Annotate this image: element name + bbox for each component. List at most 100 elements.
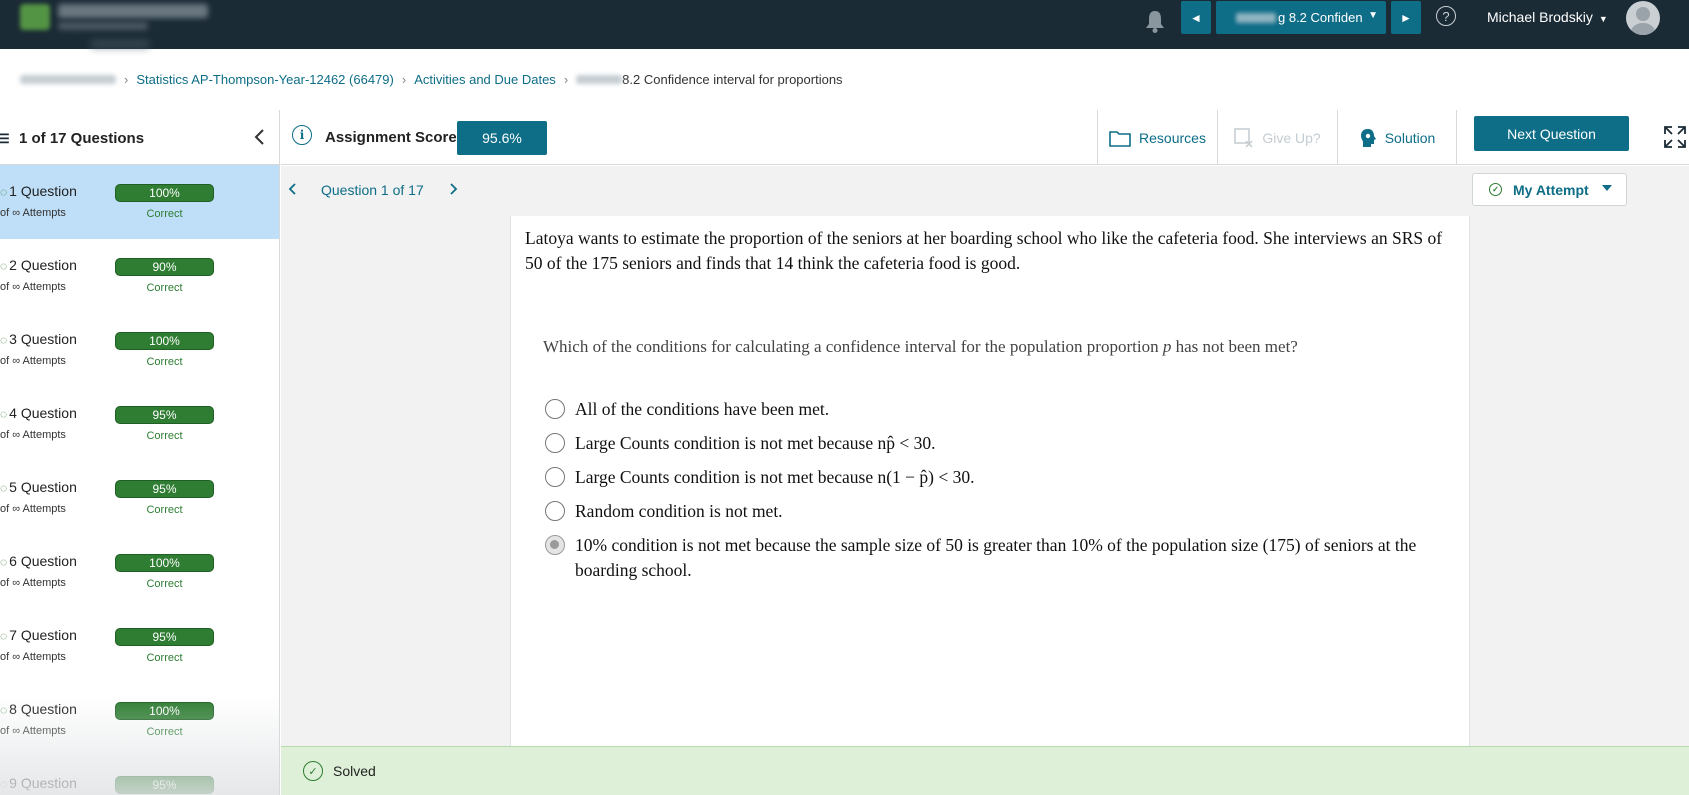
question-label: ◌ 8 Question: [0, 701, 77, 717]
my-attempt-label: My Attempt: [1513, 181, 1589, 198]
question-list-item[interactable]: ◌ 2 Question of ∞ Attempts 90% Correct: [0, 239, 279, 313]
expand-fullscreen-icon[interactable]: [1664, 126, 1686, 148]
check-circle-icon: ◌: [0, 629, 8, 643]
prev-assignment-button[interactable]: ◄: [1181, 1, 1211, 34]
user-silhouette-icon: [1631, 7, 1655, 35]
breadcrumb: › Statistics AP-Thompson-Year-12462 (664…: [20, 72, 843, 87]
question-list-item[interactable]: ◌ 3 Question of ∞ Attempts 100% Correct: [0, 313, 279, 387]
breadcrumb-current-blurred: [576, 75, 623, 84]
assignment-select[interactable]: g 8.2 Confiden ▼: [1216, 1, 1386, 34]
question-list-item[interactable]: ◌ 5 Question of ∞ Attempts 95% Correct: [0, 461, 279, 535]
folder-icon: [1109, 129, 1131, 147]
question-list-item[interactable]: ◌ 4 Question of ∞ Attempts 95% Correct: [0, 387, 279, 461]
attempts-label: of ∞ Attempts: [0, 503, 66, 515]
score-badge: 90%: [115, 258, 214, 276]
next-question-button[interactable]: Next Question: [1474, 116, 1629, 151]
info-icon[interactable]: i: [292, 125, 312, 145]
answer-option-text: 10% condition is not met because the sam…: [575, 535, 1417, 580]
resources-label: Resources: [1139, 129, 1206, 146]
question-label-text: 7 Question: [9, 627, 77, 643]
answer-option[interactable]: All of the conditions have been met.: [545, 397, 1445, 422]
check-circle-icon: ◌: [0, 777, 8, 791]
brand-logo[interactable]: [20, 4, 50, 30]
breadcrumb-course-link[interactable]: Statistics AP-Thompson-Year-12462 (66479…: [136, 72, 394, 87]
answer-radio[interactable]: [545, 501, 565, 521]
lightbulb-head-icon: [1359, 128, 1377, 148]
user-menu[interactable]: Michael Brodskiy ▼: [1487, 9, 1608, 25]
question-list-panel: ☰ 1 of 17 Questions ◌1 Question of ∞ Att…: [0, 110, 280, 795]
status-label: Correct: [146, 208, 183, 220]
give-up-button[interactable]: Give Up?: [1217, 110, 1337, 165]
attempts-label: of ∞ Attempts: [0, 355, 66, 367]
answer-radio[interactable]: [545, 433, 565, 453]
check-circle-icon: ◌: [0, 407, 8, 421]
check-circle-icon: ◌: [0, 259, 8, 273]
check-circle-icon: ✓: [1489, 183, 1502, 196]
answer-option[interactable]: Random condition is not met.: [545, 499, 1445, 524]
question-label-text: 5 Question: [9, 479, 77, 495]
question-list-item[interactable]: ◌ 7 Question of ∞ Attempts 95% Correct: [0, 609, 279, 683]
question-list-item[interactable]: ◌ 1 Question of ∞ Attempts 100% Correct: [0, 165, 279, 239]
breadcrumb-separator: ›: [401, 72, 407, 87]
next-assignment-button[interactable]: ►: [1391, 1, 1421, 34]
answer-option-text: Large Counts condition is not met becaus…: [575, 433, 936, 453]
next-question-chevron-icon[interactable]: [447, 181, 459, 197]
top-bar: ◄ g 8.2 Confiden ▼ ► ? Michael Brodskiy ▼: [0, 0, 1689, 49]
question-label-text: 1 Question: [9, 183, 77, 199]
give-up-label: Give Up?: [1262, 129, 1321, 146]
blurred-text: [1236, 12, 1276, 23]
question-label: ◌ 5 Question: [0, 479, 77, 495]
brand-name-blurred: [58, 4, 208, 18]
attempts-label: of ∞ Attempts: [0, 281, 66, 293]
status-label: Correct: [146, 356, 183, 368]
question-label-text: 4 Question: [9, 405, 77, 421]
answer-radio[interactable]: [545, 399, 565, 419]
previous-question-chevron-icon[interactable]: [287, 181, 299, 197]
check-circle-icon: ◌: [0, 481, 8, 495]
attempts-label: of ∞ Attempts: [0, 651, 66, 663]
attempts-label: of ∞ Attempts: [0, 207, 66, 219]
notifications-bell-icon[interactable]: [1144, 8, 1166, 34]
answer-option-text: All of the conditions have been met.: [575, 399, 830, 419]
score-badge: 100%: [115, 554, 214, 572]
breadcrumb-current: 8.2 Confidence interval for proportions: [622, 72, 843, 87]
my-attempt-dropdown[interactable]: ✓ My Attempt: [1472, 173, 1627, 206]
status-label: Correct: [146, 652, 183, 664]
question-list-item[interactable]: ◌ 6 Question of ∞ Attempts 100% Correct: [0, 535, 279, 609]
question-label-text: 3 Question: [9, 331, 77, 347]
breadcrumb-root-blurred[interactable]: [20, 75, 116, 84]
caret-down-icon: [1602, 185, 1612, 191]
status-label: Correct: [146, 726, 183, 738]
question-list-item[interactable]: ◌ 9 Question 95%: [0, 757, 279, 795]
question-list-header: ☰ 1 of 17 Questions: [0, 110, 279, 165]
assignment-toolbar: i Assignment Score: 95.6% Resources Give…: [281, 110, 1689, 165]
breadcrumb-activities-link[interactable]: Activities and Due Dates: [414, 72, 556, 87]
question-position-label: Question 1 of 17: [321, 182, 424, 198]
breadcrumb-separator: ›: [124, 72, 129, 87]
answer-option-selected[interactable]: 10% condition is not met because the sam…: [545, 533, 1445, 583]
avatar[interactable]: [1626, 1, 1660, 35]
user-name: Michael Brodskiy: [1487, 9, 1593, 25]
caret-down-icon: ▼: [1598, 14, 1608, 24]
question-card: Latoya wants to estimate the proportion …: [510, 216, 1470, 746]
question-label-text: 8 Question: [9, 701, 77, 717]
question-label: ◌ 7 Question: [0, 627, 77, 643]
score-badge: 95%: [115, 480, 214, 498]
solution-button[interactable]: Solution: [1337, 110, 1457, 165]
question-list-item[interactable]: ◌ 8 Question of ∞ Attempts 100% Correct: [0, 683, 279, 757]
score-badge: 95%: [115, 628, 214, 646]
answer-option[interactable]: Large Counts condition is not met becaus…: [545, 431, 1445, 456]
assignment-score-label: Assignment Score:: [325, 129, 462, 146]
collapse-panel-chevron-left-icon[interactable]: [252, 125, 268, 149]
check-circle-icon: ◌: [0, 185, 8, 199]
answer-radio-selected[interactable]: [545, 535, 565, 555]
status-label: Correct: [146, 430, 183, 442]
attempts-label: of ∞ Attempts: [0, 429, 66, 441]
resources-button[interactable]: Resources: [1097, 110, 1217, 165]
status-label: Correct: [146, 282, 183, 294]
help-icon[interactable]: ?: [1436, 6, 1456, 26]
answer-option[interactable]: Large Counts condition is not met becaus…: [545, 465, 1445, 490]
answer-radio[interactable]: [545, 467, 565, 487]
question-list-title: 1 of 17 Questions: [19, 130, 145, 147]
brand-tagline-blurred: [58, 22, 148, 30]
